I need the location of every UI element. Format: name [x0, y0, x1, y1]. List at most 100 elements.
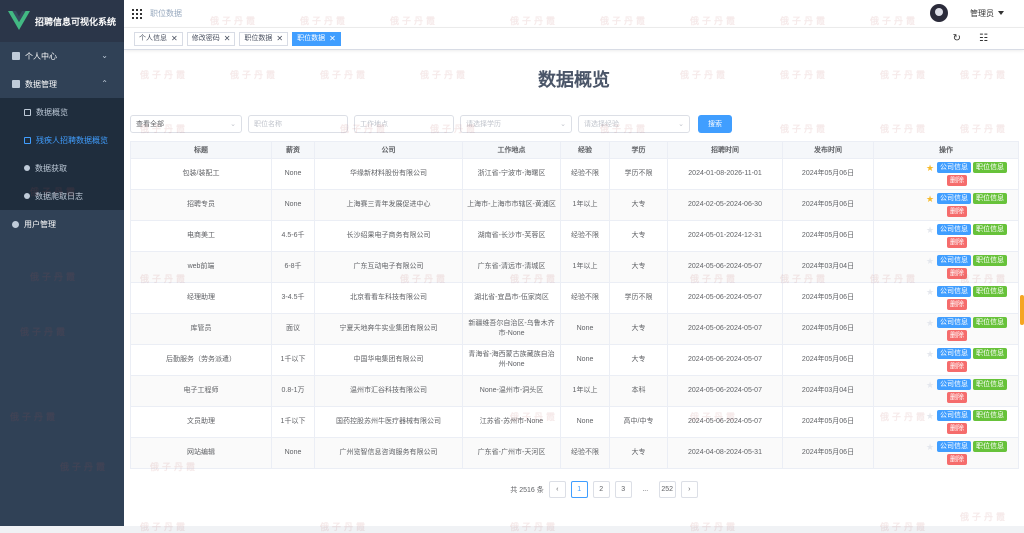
delete-button[interactable]: 删除: [947, 299, 967, 310]
cell-edu: 大专: [609, 251, 668, 283]
sidebar-subitem-crawl-log[interactable]: 数据爬取日志: [0, 182, 124, 210]
cell-actions: ★ 公司信息 职位信息 删除: [873, 189, 1019, 221]
company-info-button[interactable]: 公司信息: [937, 286, 971, 297]
cell-exp: None: [560, 344, 610, 376]
delete-button[interactable]: 删除: [947, 423, 967, 434]
hamburger-icon[interactable]: [132, 8, 142, 19]
cell-date: 2024年05月06日: [782, 158, 874, 190]
company-info-button[interactable]: 公司信息: [937, 193, 971, 204]
company-info-button[interactable]: 公司信息: [937, 410, 971, 421]
filter-bar: 查看全部 ⌄ 职位名称 工作地点 请选择学历 ⌄ 请选择经验 ⌄ 搜索: [130, 115, 1018, 133]
cell-location: 浙江省-宁波市-海曙区: [462, 158, 561, 190]
job-info-button[interactable]: 职位信息: [973, 410, 1007, 421]
user-menu[interactable]: 管理员: [970, 8, 1004, 19]
star-icon[interactable]: ★: [925, 442, 935, 452]
tag-label: 职位数据: [297, 34, 326, 42]
star-icon[interactable]: ★: [925, 349, 935, 359]
sidebar-item-data-management[interactable]: 数据管理 ⌃: [0, 70, 124, 98]
cell-date: 2024年05月06日: [782, 344, 874, 376]
star-icon[interactable]: ★: [925, 163, 935, 173]
cell-salary: 1千以下: [271, 406, 315, 438]
pagination: 共 2516 条 ‹ 1 2 3 ... 252 ›: [190, 481, 1018, 498]
delete-button[interactable]: 删除: [947, 330, 967, 341]
delete-button[interactable]: 删除: [947, 268, 967, 279]
job-info-button[interactable]: 职位信息: [973, 224, 1007, 235]
breadcrumb[interactable]: 职位数据: [150, 8, 182, 19]
delete-button[interactable]: 删除: [947, 361, 967, 372]
experience-select[interactable]: 请选择经验 ⌄: [578, 115, 690, 133]
company-info-button[interactable]: 公司信息: [937, 441, 971, 452]
company-info-button[interactable]: 公司信息: [937, 348, 971, 359]
experience-placeholder: 请选择经验: [584, 121, 619, 128]
delete-button[interactable]: 删除: [947, 175, 967, 186]
sidebar-item-personal-center[interactable]: 个人中心 ⌄: [0, 42, 124, 70]
table-row: 电商美工 4.5-6千 长沙绍果电子商务有限公司 湖南省-长沙市-芙蓉区 经验不限 大专 2…: [130, 220, 1019, 252]
tag-change-password[interactable]: 修改密码 ✕: [186, 31, 236, 46]
job-info-button[interactable]: 职位信息: [973, 317, 1007, 328]
sidebar-subitem-disabled-overview[interactable]: 残疾人招聘数据概览: [0, 126, 124, 154]
job-info-button[interactable]: 职位信息: [973, 348, 1007, 359]
star-icon[interactable]: ★: [925, 225, 935, 235]
company-info-button[interactable]: 公司信息: [937, 317, 971, 328]
delete-button[interactable]: 删除: [947, 206, 967, 217]
star-icon[interactable]: ★: [925, 287, 935, 297]
refresh-icon[interactable]: ↻: [953, 33, 961, 44]
cell-location: 上海市-上海市市辖区-黄浦区: [462, 189, 561, 221]
sidebar-item-user-management[interactable]: 用户管理: [0, 210, 124, 238]
table-row: 电子工程师 0.8-1万 温州市汇谷科技有限公司 None-温州市-洞头区 1年以上 本科…: [130, 375, 1019, 407]
close-icon[interactable]: ✕: [171, 33, 178, 45]
next-page-button[interactable]: ›: [680, 481, 698, 498]
star-icon[interactable]: ★: [925, 194, 935, 204]
cell-edu: 本科: [609, 375, 668, 407]
sidebar-subitem-data-fetch[interactable]: 数据获取: [0, 154, 124, 182]
pagination-total: 共 2516 条: [510, 486, 544, 494]
user-icon: [24, 165, 30, 171]
prev-page-button[interactable]: ‹: [548, 481, 566, 498]
tag-job-data-active[interactable]: 职位数据 ✕: [292, 31, 341, 46]
cell-salary: 面议: [271, 313, 315, 345]
job-info-button[interactable]: 职位信息: [973, 255, 1007, 266]
close-icon[interactable]: ✕: [224, 33, 231, 45]
star-icon[interactable]: ★: [925, 256, 935, 266]
job-name-input[interactable]: 职位名称: [248, 115, 348, 133]
company-info-button[interactable]: 公司信息: [937, 379, 971, 390]
page-last-button[interactable]: 252: [658, 481, 676, 498]
star-icon[interactable]: ★: [925, 318, 935, 328]
location-input[interactable]: 工作地点: [354, 115, 454, 133]
cell-company: 国药控股苏州牛医疗器械有限公司: [314, 406, 463, 438]
cell-company: 长沙绍果电子商务有限公司: [314, 220, 463, 252]
cell-company: 宁夏天地奔牛实业集团有限公司: [314, 313, 463, 345]
tag-job-data[interactable]: 职位数据 ✕: [239, 31, 289, 46]
avatar[interactable]: [930, 4, 948, 22]
star-icon[interactable]: ★: [925, 380, 935, 390]
job-info-button[interactable]: 职位信息: [973, 286, 1007, 297]
page-3-button[interactable]: 3: [614, 481, 632, 498]
tag-personal-info[interactable]: 个人信息 ✕: [134, 31, 183, 46]
company-info-button[interactable]: 公司信息: [937, 255, 971, 266]
star-icon[interactable]: ★: [925, 411, 935, 421]
job-info-button[interactable]: 职位信息: [973, 162, 1007, 173]
page-ellipsis[interactable]: ...: [637, 481, 654, 498]
delete-button[interactable]: 删除: [947, 237, 967, 248]
chevron-down-icon: ⌄: [560, 121, 566, 128]
scroll-thumb[interactable]: [1020, 295, 1024, 325]
view-all-select[interactable]: 查看全部 ⌄: [130, 115, 242, 133]
search-button[interactable]: 搜索: [698, 115, 732, 133]
cell-title: 后勤服务（劳务派遣）: [130, 344, 272, 376]
sidebar-subitem-overview[interactable]: 数据概览: [0, 98, 124, 126]
job-info-button[interactable]: 职位信息: [973, 441, 1007, 452]
page-2-button[interactable]: 2: [592, 481, 610, 498]
delete-button[interactable]: 删除: [947, 392, 967, 403]
job-info-button[interactable]: 职位信息: [973, 379, 1007, 390]
close-icon[interactable]: ✕: [276, 33, 283, 45]
company-info-button[interactable]: 公司信息: [937, 162, 971, 173]
cell-period: 2024-05-06-2024-05-07: [667, 344, 783, 376]
job-info-button[interactable]: 职位信息: [973, 193, 1007, 204]
delete-button[interactable]: 删除: [947, 454, 967, 465]
company-info-button[interactable]: 公司信息: [937, 224, 971, 235]
app-logo[interactable]: 招聘信息可视化系统: [0, 0, 124, 42]
page-1-button[interactable]: 1: [570, 481, 588, 498]
close-icon[interactable]: ✕: [329, 33, 336, 45]
education-select[interactable]: 请选择学历 ⌄: [460, 115, 572, 133]
settings-sliders-icon[interactable]: ☷: [979, 33, 988, 44]
